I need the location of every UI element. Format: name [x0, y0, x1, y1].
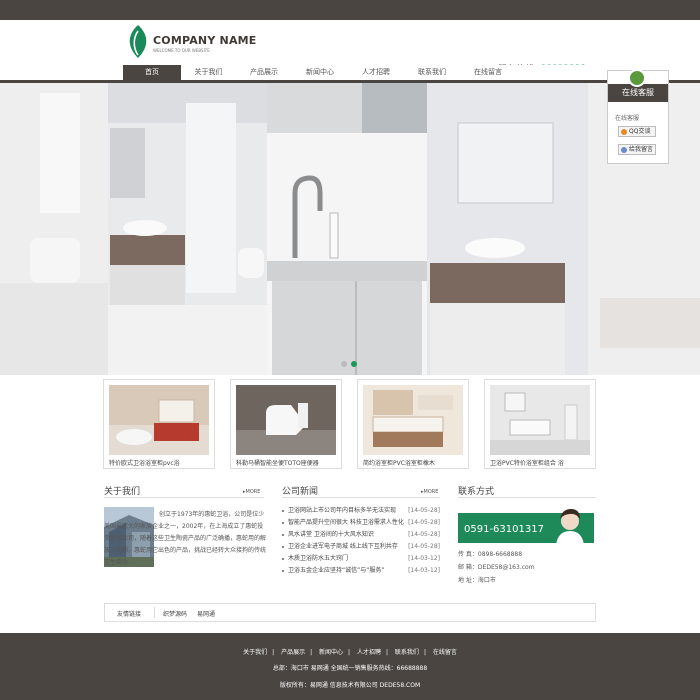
friend-links-label: 友情链接: [117, 611, 142, 618]
footer-link-jobs[interactable]: 人才招聘: [352, 649, 386, 656]
bullet-icon: [282, 534, 284, 536]
bathroom-banner-image: [0, 83, 700, 375]
product-thumbnail[interactable]: [490, 385, 590, 455]
product-card[interactable]: 简约浴室柜PVC浴室柜橡木: [357, 379, 469, 469]
company-name: COMPANY NAME: [153, 34, 257, 47]
nav-item-guestbook[interactable]: 在线留言: [460, 65, 516, 80]
news-item[interactable]: 卫浴网站上市公司年内目标多半无法实现 [14-05-28]: [282, 505, 440, 517]
product-card[interactable]: 特价欧式卫浴浴室柜pvc浴: [103, 379, 215, 469]
online-service-widget: 在线客服 在线客服 QQ交谈 给我留言: [607, 69, 669, 164]
news-item-date: [14-03-12]: [408, 567, 440, 574]
about-title: 关于我们: [104, 487, 141, 497]
product-caption[interactable]: 科勒马桶智能坐便TOTO座便器: [236, 458, 340, 467]
top-strip: [0, 0, 700, 20]
footer-nav: 关于我们 | 产品展示 | 新闻中心 | 人才招聘 | 联系我们 | 在线留言: [0, 647, 700, 656]
about-more-link[interactable]: ▸MORE: [243, 489, 260, 495]
news-item-title[interactable]: 卫浴网站上市公司年内目标多半无法实现: [288, 505, 396, 517]
product-thumbnail[interactable]: [363, 385, 463, 455]
news-item-date: [14-05-28]: [408, 531, 440, 538]
nav-item-contact[interactable]: 联系我们: [404, 65, 460, 80]
leave-message-button[interactable]: 给我留言: [618, 144, 656, 155]
contact-fax: 传 真：0898-6668888: [458, 551, 523, 558]
footer-link-products[interactable]: 产品展示: [276, 649, 310, 656]
nav-item-about[interactable]: 关于我们: [181, 65, 236, 80]
news-item[interactable]: 智能产品提升空间很大 科技卫浴需求人性化 [14-05-28]: [282, 517, 440, 529]
news-item-title[interactable]: 智能产品提升空间很大 科技卫浴需求人性化: [288, 517, 404, 529]
bullet-icon: [282, 546, 284, 548]
about-more-label[interactable]: MORE: [246, 489, 261, 495]
contact-email: 邮 箱：DEDE58@163.com: [458, 564, 535, 571]
news-list: 卫浴网站上市公司年内目标多半无法实现 [14-05-28] 智能产品提升空间很大 …: [282, 505, 440, 577]
footer-copyright: 版权所有：易网通 信息技术有限公司 DEDE58.COM: [279, 682, 421, 689]
about-divider: [104, 497, 264, 498]
hero-banner[interactable]: [0, 83, 700, 375]
product-caption[interactable]: 简约浴室柜PVC浴室柜橡木: [363, 458, 467, 467]
leave-message-label: 给我留言: [629, 146, 654, 153]
news-item-title[interactable]: 卫浴企业进军电子商城 线上线下互利共存: [288, 541, 398, 553]
main-nav: 首页 关于我们 产品展示 新闻中心 人才招聘 联系我们 在线留言: [0, 65, 700, 83]
nav-item-products[interactable]: 产品展示: [236, 65, 292, 80]
news-item-title[interactable]: 风水讲堂 卫浴间的十大风水知识: [288, 529, 374, 541]
news-item-date: [14-05-28]: [408, 507, 440, 514]
leaf-logo-icon: [129, 25, 147, 58]
product-thumbnail[interactable]: [109, 385, 209, 455]
footer-address: 总部：海口市 易网通 全国统一销售服务热线：66688888: [272, 665, 428, 672]
company-tagline: WELCOME TO OUR WEBSITE: [153, 48, 210, 53]
site-footer: 关于我们 | 产品展示 | 新闻中心 | 人才招聘 | 联系我们 | 在线留言 总部：海口…: [0, 633, 700, 700]
news-more-label[interactable]: MORE: [424, 489, 439, 495]
news-divider: [282, 497, 440, 498]
footer-link-news[interactable]: 新闻中心: [314, 649, 348, 656]
friend-link[interactable]: 易网通: [197, 609, 215, 618]
bullet-icon: [282, 558, 284, 560]
about-description: 创立于1973年的惠蛇卫浴，公司是位少美国最庞大的家族企业之一，2002年，在上…: [104, 511, 267, 566]
product-card[interactable]: 卫浴PVC特价浴室柜组合 浴: [484, 379, 596, 469]
product-showcase: 特价欧式卫浴浴室柜pvc浴 科勒马桶智能坐便TOTO座便器 简约浴室柜PVC浴室…: [103, 379, 596, 469]
banner-pager: [341, 361, 357, 367]
product-caption[interactable]: 卫浴PVC特价浴室柜组合 浴: [490, 458, 594, 467]
news-title: 公司新闻: [282, 487, 319, 497]
news-item[interactable]: 风水讲堂 卫浴间的十大风水知识 [14-05-28]: [282, 529, 440, 541]
footer-link-guestbook[interactable]: 在线留言: [428, 649, 462, 656]
news-item-title[interactable]: 卫浴五金企业应坚持“诚信”与“服务”: [288, 565, 384, 577]
news-item[interactable]: 卫浴五金企业应坚持“诚信”与“服务” [14-03-12]: [282, 565, 440, 577]
nav-item-home[interactable]: 首页: [123, 65, 181, 80]
friend-links-separator: [154, 607, 155, 618]
news-item-date: [14-05-28]: [408, 519, 440, 526]
product-card[interactable]: 科勒马桶智能坐便TOTO座便器: [230, 379, 342, 469]
message-icon: [621, 147, 627, 153]
site-header: COMPANY NAME WELCOME TO OUR WEBSITE 服务热线…: [0, 20, 700, 75]
bullet-icon: [282, 570, 284, 572]
product-caption[interactable]: 特价欧式卫浴浴室柜pvc浴: [109, 458, 213, 467]
bullet-icon: [282, 522, 284, 524]
news-item-date: [14-03-12]: [408, 555, 440, 562]
contact-phone-banner: 0591-63101317: [458, 505, 594, 545]
news-more-link[interactable]: ▸MORE: [421, 489, 438, 495]
qq-icon: [621, 129, 627, 135]
pager-dot-active[interactable]: [351, 361, 357, 367]
contact-title: 联系方式: [458, 487, 495, 497]
qq-chat-label: QQ交谈: [629, 128, 651, 135]
news-item-date: [14-05-28]: [408, 543, 440, 550]
qq-chat-button[interactable]: QQ交谈: [618, 126, 656, 137]
nav-item-jobs[interactable]: 人才招聘: [348, 65, 404, 80]
friend-links: 友情链接 织梦源码 易网通: [104, 603, 596, 622]
news-item-title[interactable]: 木质卫浴防水五大窍门: [288, 553, 348, 565]
pager-dot[interactable]: [341, 361, 347, 367]
news-item[interactable]: 卫浴企业进军电子商城 线上线下互利共存 [14-05-28]: [282, 541, 440, 553]
bullet-icon: [282, 510, 284, 512]
logo[interactable]: COMPANY NAME WELCOME TO OUR WEBSITE: [126, 22, 256, 60]
friend-link[interactable]: 织梦源码: [163, 609, 187, 618]
nav-item-news[interactable]: 新闻中心: [292, 65, 348, 80]
footer-link-contact[interactable]: 联系我们: [390, 649, 424, 656]
chat-bubble-icon: [628, 69, 646, 87]
product-thumbnail[interactable]: [236, 385, 336, 455]
footer-link-about[interactable]: 关于我们: [238, 649, 272, 656]
news-item[interactable]: 木质卫浴防水五大窍门 [14-03-12]: [282, 553, 440, 565]
contact-phone: 0591-63101317: [464, 524, 544, 535]
contact-details: 传 真：0898-6668888 邮 箱：DEDE58@163.com 地 址：…: [458, 548, 535, 587]
contact-divider: [458, 497, 596, 498]
contact-address: 地 址：海口市: [458, 577, 496, 584]
service-subtitle: 在线客服: [615, 115, 640, 122]
